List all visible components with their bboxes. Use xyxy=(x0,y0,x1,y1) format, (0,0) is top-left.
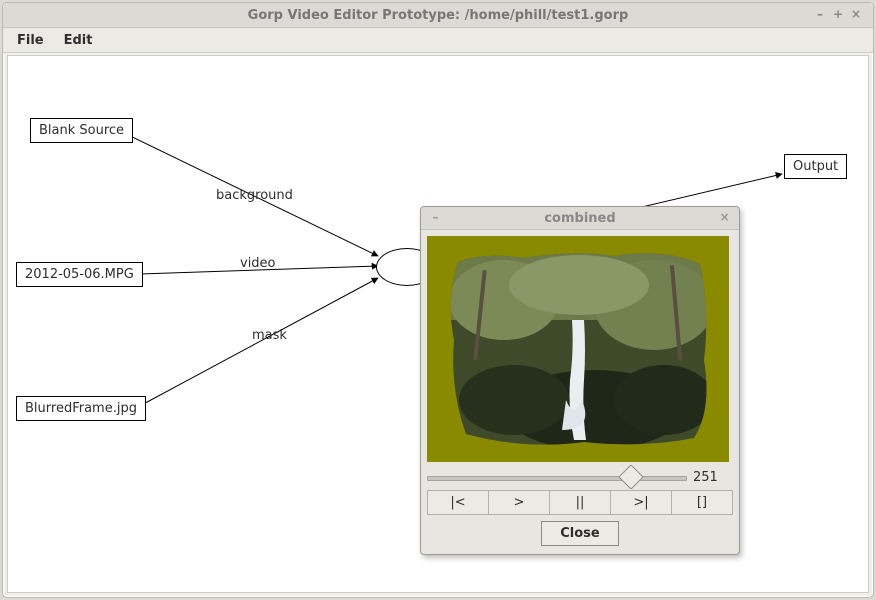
play-button[interactable]: > xyxy=(489,491,550,514)
frame-number: 251 xyxy=(693,470,733,485)
graph-canvas[interactable]: Blank Source 2012-05-06.MPG BlurredFrame… xyxy=(7,55,869,593)
slider-track xyxy=(427,476,687,481)
video-frame xyxy=(427,236,729,462)
video-image xyxy=(444,250,712,448)
pause-button[interactable]: || xyxy=(550,491,611,514)
node-blank-source[interactable]: Blank Source xyxy=(30,118,133,143)
minimize-icon[interactable]: – xyxy=(813,7,827,21)
preview-body: 251 |< > || >| [] Close xyxy=(421,230,739,554)
slider-thumb[interactable] xyxy=(618,464,643,489)
rewind-button[interactable]: |< xyxy=(428,491,489,514)
main-titlebar[interactable]: Gorp Video Editor Prototype: /home/phill… xyxy=(3,3,873,28)
edge-label-video: video xyxy=(240,256,276,271)
node-output[interactable]: Output xyxy=(784,154,847,179)
menubar: File Edit xyxy=(3,28,873,53)
preview-titlebar[interactable]: – combined × xyxy=(421,207,739,230)
preview-minimize-icon[interactable]: – xyxy=(429,211,442,224)
maximize-icon[interactable]: + xyxy=(831,7,845,21)
preview-close-icon[interactable]: × xyxy=(718,211,731,224)
menu-edit[interactable]: Edit xyxy=(56,31,101,50)
node-blurred[interactable]: BlurredFrame.jpg xyxy=(16,396,146,421)
slider-row: 251 xyxy=(427,468,733,486)
fwd-button[interactable]: >| xyxy=(611,491,672,514)
preview-window[interactable]: – combined × xyxy=(420,206,740,555)
preview-title: combined xyxy=(544,211,615,226)
edge-label-background: background xyxy=(216,188,293,203)
close-button[interactable]: Close xyxy=(541,521,618,546)
node-mpg[interactable]: 2012-05-06.MPG xyxy=(16,262,143,287)
stop-button[interactable]: [] xyxy=(672,491,732,514)
main-title: Gorp Video Editor Prototype: /home/phill… xyxy=(248,8,629,23)
transport-controls: |< > || >| [] xyxy=(427,490,733,515)
edge-label-mask: mask xyxy=(252,328,287,343)
menu-file[interactable]: File xyxy=(9,31,52,50)
frame-slider[interactable] xyxy=(427,468,687,486)
main-window: Gorp Video Editor Prototype: /home/phill… xyxy=(2,2,874,598)
close-icon[interactable]: × xyxy=(849,7,863,21)
